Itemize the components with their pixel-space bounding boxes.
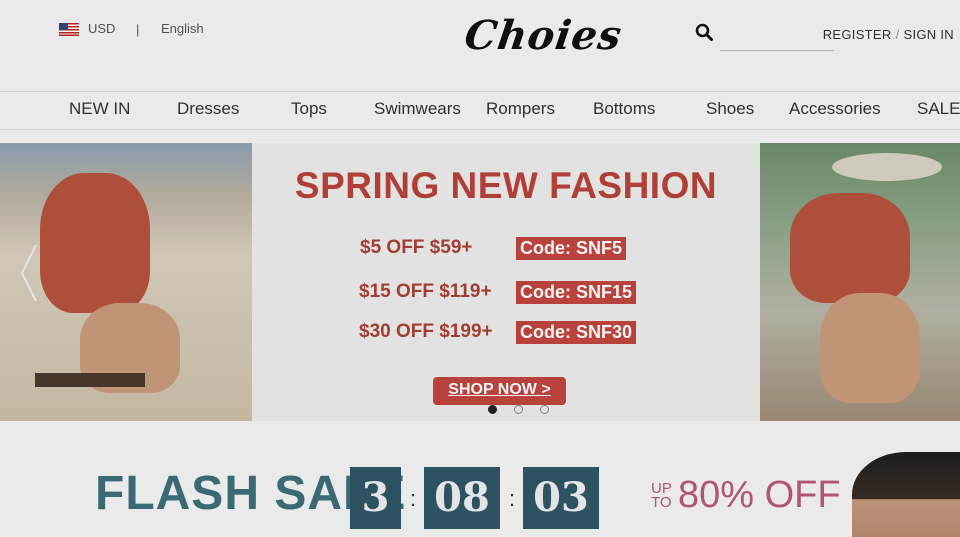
countdown-minutes: 08 (424, 467, 500, 529)
banner-photo-left (0, 143, 252, 421)
nav-item-swimwears[interactable]: Swimwears (374, 99, 461, 119)
offer-code: Code: SNF5 (516, 237, 627, 260)
offer-code: Code: SNF15 (516, 281, 637, 304)
flash-sale-section[interactable]: FLASH SALE 3 : 08 : 03 UP TO 80% OFF (0, 430, 960, 537)
offer-text: $15 OFF $119+ (359, 281, 492, 302)
countdown-seconds: 03 (523, 467, 599, 529)
nav-item-shoes[interactable]: Shoes (706, 99, 754, 119)
language-selector[interactable]: English (161, 21, 204, 36)
auth-separator: / (895, 27, 900, 42)
swing-seat (35, 373, 145, 387)
shop-now-button[interactable]: SHOP NOW > (433, 377, 566, 405)
top-bar: USD | English Choies REGISTER / SIGN IN (0, 0, 960, 88)
auth-links: REGISTER / SIGN IN (823, 27, 954, 42)
search-input[interactable] (720, 18, 834, 51)
discount-label: 80% OFF (678, 474, 841, 516)
main-navigation: NEW IN Dresses Tops Swimwears Rompers Bo… (0, 91, 960, 130)
site-logo[interactable]: Choies (462, 12, 625, 59)
banner-promo-panel: SPRING NEW FASHION $5 OFF $59+ Code: SNF… (252, 143, 760, 421)
nav-item-tops[interactable]: Tops (291, 99, 327, 119)
offer-text: $30 OFF $199+ (359, 321, 493, 342)
model-legs-right (820, 293, 920, 403)
offer-text: $5 OFF $59+ (360, 237, 473, 258)
slider-dot-1[interactable] (488, 405, 497, 414)
us-flag-icon[interactable] (59, 23, 79, 36)
countdown-colon: : (509, 486, 516, 511)
slider-dot-3[interactable] (540, 405, 549, 414)
nav-item-rompers[interactable]: Rompers (486, 99, 555, 119)
hat (832, 153, 942, 181)
model-figure-right (790, 193, 910, 303)
countdown-colon: : (410, 486, 417, 511)
hero-banner[interactable]: SPRING NEW FASHION $5 OFF $59+ Code: SNF… (0, 143, 960, 421)
currency-selector[interactable]: USD (88, 21, 115, 36)
search-icon[interactable] (695, 23, 713, 41)
up-to-line-2: TO (651, 494, 672, 511)
sign-in-link[interactable]: SIGN IN (904, 27, 955, 42)
offer-code: Code: SNF30 (516, 321, 637, 344)
nav-item-dresses[interactable]: Dresses (177, 99, 239, 119)
nav-item-bottoms[interactable]: Bottoms (593, 99, 655, 119)
up-to-label: UP TO (651, 481, 672, 511)
banner-photo-right (760, 143, 960, 421)
slider-dot-2[interactable] (514, 405, 523, 414)
model-figure-left (40, 173, 150, 313)
countdown-hours: 3 (350, 467, 401, 529)
flash-sale-model-photo (852, 452, 960, 537)
chevron-left-icon[interactable] (18, 243, 40, 303)
register-link[interactable]: REGISTER (823, 27, 892, 42)
header-separator: | (136, 22, 140, 37)
nav-item-sale[interactable]: SALE (917, 99, 960, 119)
nav-item-accessories[interactable]: Accessories (789, 99, 881, 119)
nav-item-new-in[interactable]: NEW IN (69, 99, 130, 119)
banner-headline: SPRING NEW FASHION (294, 165, 718, 206)
